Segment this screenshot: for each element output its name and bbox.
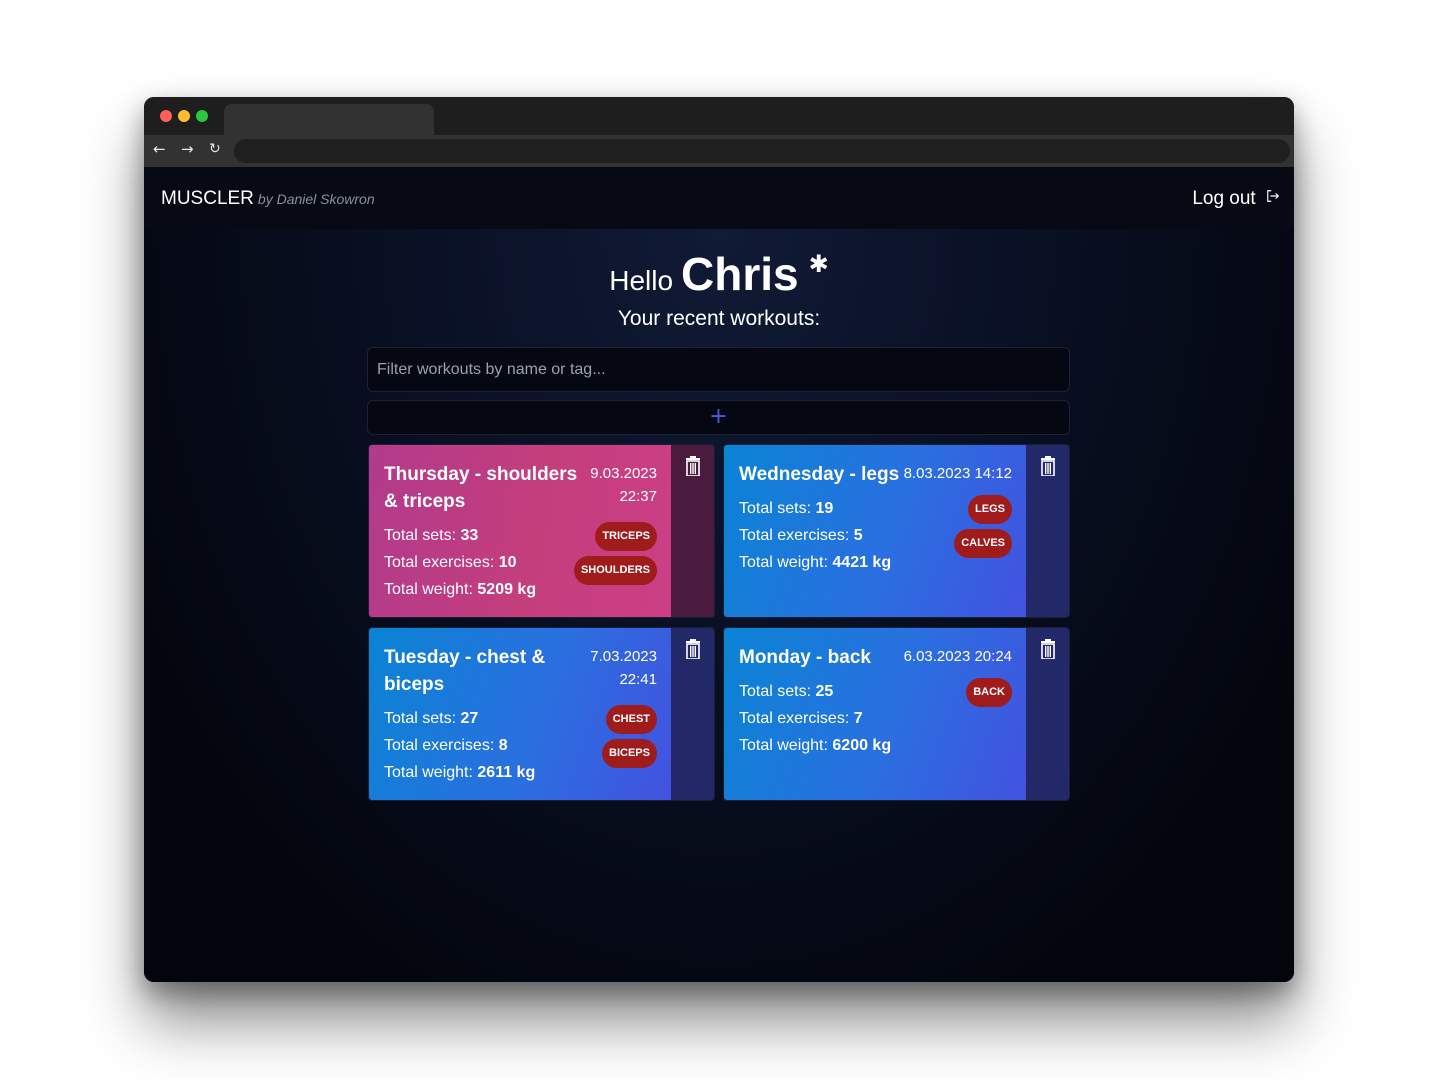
workout-title: Wednesday - legs: [739, 464, 900, 485]
user-name: Chris: [681, 248, 799, 300]
weight-value: 2611 kg: [477, 764, 536, 781]
back-arrow-icon[interactable]: ←: [153, 139, 166, 159]
tag-badge[interactable]: SHOULDERS: [573, 556, 657, 585]
logout-label: Log out: [1192, 188, 1256, 209]
sets-label: Total sets:: [739, 500, 812, 517]
workout-card-body[interactable]: Tuesday - chest & biceps 7.03.2023 22:41…: [369, 628, 671, 800]
logout-button[interactable]: Log out: [1192, 188, 1280, 210]
sets-label: Total sets:: [384, 527, 457, 544]
workout-tags: BACK: [966, 678, 1012, 707]
weight-value: 6200 kg: [832, 737, 892, 754]
trash-icon[interactable]: [1040, 639, 1056, 659]
gear-icon[interactable]: ✱: [809, 250, 829, 278]
sets-value: 19: [815, 500, 834, 517]
workout-date: 8.03.2023 14:12: [903, 465, 1012, 482]
filter-input[interactable]: [367, 347, 1070, 392]
exercises-value: 7: [853, 710, 863, 727]
workout-title: Thursday - shoulders & triceps: [384, 464, 578, 512]
workout-stats: Total sets: 19 Total exercises: 5 Total …: [739, 495, 891, 576]
workout-title: Tuesday - chest & biceps: [384, 647, 546, 695]
exercises-label: Total exercises:: [739, 710, 850, 727]
workout-date: 7.03.2023 22:41: [590, 648, 657, 688]
exercises-value: 5: [853, 527, 863, 544]
browser-window: ← → ↻ MUSCLER by Daniel Skowron Log out H…: [144, 97, 1294, 982]
greeting: Hello Chris ✱: [144, 247, 1294, 301]
workout-tags: LEGS CALVES: [954, 495, 1012, 558]
maximize-window-button[interactable]: [196, 110, 208, 122]
add-workout-button[interactable]: +: [367, 400, 1070, 435]
greeting-hello: Hello: [609, 265, 674, 296]
workout-card[interactable]: Monday - back 6.03.2023 20:24 Total sets…: [723, 627, 1070, 801]
exercises-label: Total exercises:: [384, 554, 495, 571]
minimize-window-button[interactable]: [178, 110, 190, 122]
workout-tags: TRICEPS SHOULDERS: [573, 522, 657, 585]
browser-tab-bar: [144, 97, 1294, 135]
forward-arrow-icon[interactable]: →: [181, 139, 194, 159]
workout-stats: Total sets: 27 Total exercises: 8 Total …: [384, 705, 535, 786]
delete-column: [1026, 445, 1069, 617]
sets-label: Total sets:: [739, 683, 812, 700]
brand-name: MUSCLER: [161, 188, 254, 209]
exercises-label: Total exercises:: [739, 527, 850, 544]
tag-badge[interactable]: BACK: [966, 678, 1012, 707]
trash-icon[interactable]: [685, 639, 701, 659]
workout-card-body[interactable]: Monday - back 6.03.2023 20:24 Total sets…: [724, 628, 1026, 800]
workout-stats: Total sets: 25 Total exercises: 7 Total …: [739, 678, 891, 759]
weight-value: 5209 kg: [477, 581, 537, 598]
tag-badge[interactable]: TRICEPS: [595, 522, 657, 551]
weight-value: 4421 kg: [832, 554, 892, 571]
workout-card[interactable]: Wednesday - legs 8.03.2023 14:12 Total s…: [723, 444, 1070, 618]
exercises-value: 10: [498, 554, 517, 571]
delete-column: [671, 445, 714, 617]
trash-icon[interactable]: [1040, 456, 1056, 476]
delete-column: [671, 628, 714, 800]
workout-stats: Total sets: 33 Total exercises: 10 Total…: [384, 522, 536, 603]
main-content: HelloChris ✱ Your recent workouts: + Thur…: [144, 229, 1294, 982]
trash-icon[interactable]: [685, 456, 701, 476]
sets-label: Total sets:: [384, 710, 457, 727]
weight-label: Total weight:: [739, 737, 828, 754]
workout-tags: CHEST BICEPS: [602, 705, 657, 768]
reload-icon[interactable]: ↻: [209, 139, 221, 159]
weight-label: Total weight:: [739, 554, 828, 571]
workout-date: 9.03.2023 22:37: [590, 465, 657, 505]
tag-badge[interactable]: CHEST: [605, 705, 657, 734]
app-navbar: MUSCLER by Daniel Skowron Log out: [144, 167, 1294, 229]
close-window-button[interactable]: [160, 110, 172, 122]
tag-badge[interactable]: LEGS: [968, 495, 1012, 524]
sets-value: 33: [460, 527, 479, 544]
weight-label: Total weight:: [384, 581, 473, 598]
exercises-label: Total exercises:: [384, 737, 495, 754]
logout-icon: [1267, 190, 1280, 202]
browser-tab[interactable]: [224, 104, 434, 135]
brand-author: by Daniel Skowron: [257, 191, 375, 207]
sets-value: 25: [815, 683, 834, 700]
workout-card-body[interactable]: Thursday - shoulders & triceps 9.03.2023…: [369, 445, 671, 617]
browser-toolbar: ← → ↻: [144, 135, 1294, 167]
address-bar[interactable]: [234, 139, 1290, 163]
workout-card-body[interactable]: Wednesday - legs 8.03.2023 14:12 Total s…: [724, 445, 1026, 617]
exercises-value: 8: [498, 737, 508, 754]
workout-date: 6.03.2023 20:24: [903, 648, 1012, 665]
tag-badge[interactable]: CALVES: [954, 529, 1012, 558]
brand[interactable]: MUSCLER by Daniel Skowron: [161, 188, 375, 210]
page-subtitle: Your recent workouts:: [617, 307, 821, 330]
sets-value: 27: [460, 710, 479, 727]
workout-card[interactable]: Thursday - shoulders & triceps 9.03.2023…: [368, 444, 715, 618]
workout-title: Monday - back: [739, 647, 871, 668]
weight-label: Total weight:: [384, 764, 473, 781]
delete-column: [1026, 628, 1069, 800]
workout-card[interactable]: Tuesday - chest & biceps 7.03.2023 22:41…: [368, 627, 715, 801]
tag-badge[interactable]: BICEPS: [602, 739, 657, 768]
